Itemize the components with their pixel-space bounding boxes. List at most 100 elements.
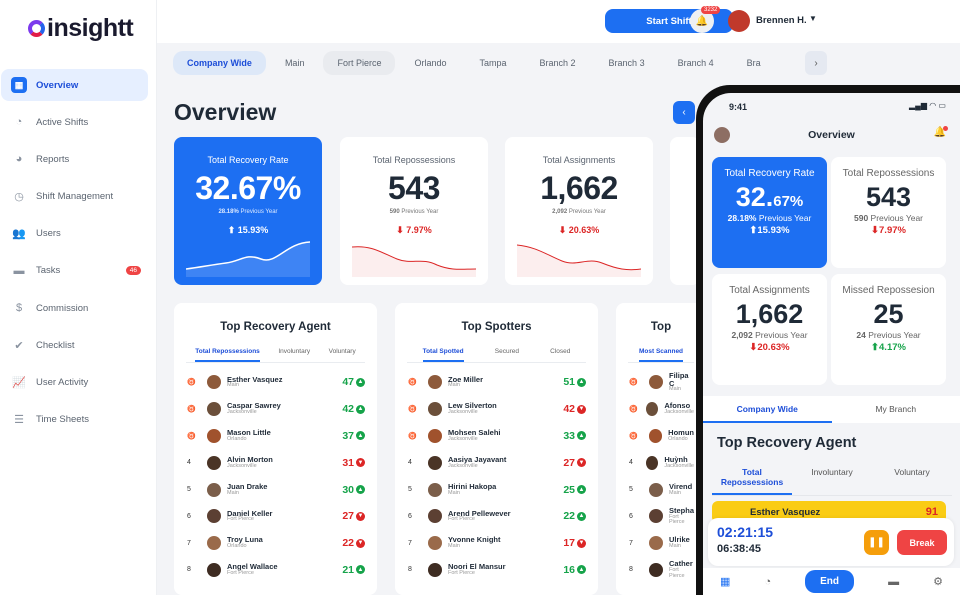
folder-icon: ▬ bbox=[13, 264, 25, 277]
phone-stat-repossessions[interactable]: Total Repossessions 543 590 Previous Yea… bbox=[831, 157, 946, 268]
tab-orlando[interactable]: Orlando bbox=[400, 51, 460, 75]
card-subtabs: Total Repossessions Involuntary Voluntary bbox=[186, 348, 365, 363]
chevron-right-icon[interactable]: › bbox=[805, 51, 827, 75]
arrow-down-icon: ▼ bbox=[356, 511, 365, 521]
table-row[interactable]: ♉ Filipa C Main bbox=[616, 369, 706, 396]
notification-dot bbox=[943, 126, 948, 131]
avatar[interactable] bbox=[728, 10, 750, 32]
table-row[interactable]: 6 Arend Pellewever Fort Pierce 22 ▲ bbox=[395, 503, 598, 530]
gear-icon[interactable]: ⚙ bbox=[933, 575, 943, 588]
arrow-down-icon: ⬇ bbox=[558, 225, 567, 235]
rank: 7 bbox=[187, 539, 191, 547]
stat-card-assignments[interactable]: Total Assignments 1,662 2,092 Previous Y… bbox=[505, 137, 653, 285]
app-logo[interactable]: insightt bbox=[28, 14, 134, 43]
sidebar-item-overview[interactable]: ▦ Overview bbox=[1, 69, 148, 101]
table-row[interactable]: 8 Angel Wallace Fort Pierce 21 ▲ bbox=[174, 557, 377, 584]
card-subtab[interactable]: Secured bbox=[495, 348, 519, 362]
pause-button[interactable]: ❚❚ bbox=[864, 530, 889, 555]
sidebar-item-shift-management[interactable]: ◷ Shift Management bbox=[1, 181, 148, 213]
tab-total-repossessions[interactable]: Total Repossessions bbox=[712, 467, 792, 495]
sidebar-item-user-activity[interactable]: 📈 User Activity bbox=[1, 367, 148, 399]
table-row[interactable]: 8 Cather Fort Pierce bbox=[616, 557, 706, 584]
card-subtab[interactable]: Most Scanned bbox=[638, 348, 684, 362]
tab-main[interactable]: Main bbox=[271, 51, 319, 75]
arrow-up-icon: ⬆ bbox=[227, 225, 236, 235]
table-row[interactable]: ♉ Homun Orlando bbox=[616, 423, 706, 450]
table-row[interactable]: ♉ Afonso Jacksonville bbox=[616, 396, 706, 423]
phone-stat-missed[interactable]: Missed Repossesion 25 24 Previous Year ⬆… bbox=[831, 274, 946, 385]
table-row[interactable]: 4 Aasiya Jayavant Jacksonville 27 ▼ bbox=[395, 449, 598, 476]
tab-branch-4[interactable]: Branch 4 bbox=[664, 51, 728, 75]
sidebar-item-reports[interactable]: ◕ Reports bbox=[1, 143, 148, 175]
table-row[interactable]: 7 Ulrike Main bbox=[616, 530, 706, 557]
break-button[interactable]: Break bbox=[897, 530, 947, 555]
sidebar-item-tasks[interactable]: ▬ Tasks 46 bbox=[1, 255, 148, 287]
table-row[interactable]: ♉ Mason Little Orlando 37 ▲ bbox=[174, 423, 377, 450]
sidebar-item-checklist[interactable]: ✔ Checklist bbox=[1, 329, 148, 361]
sidebar-item-users[interactable]: 👥 Users bbox=[1, 218, 148, 250]
phone-stat-assignments[interactable]: Total Assignments 1,662 2,092 Previous Y… bbox=[712, 274, 827, 385]
tab-fort-pierce[interactable]: Fort Pierce bbox=[323, 51, 396, 75]
card-subtab[interactable]: Total Spotted bbox=[422, 348, 464, 362]
table-row[interactable]: 4 Alvin Morton Jacksonville 31 ▼ bbox=[174, 449, 377, 476]
card-subtab[interactable]: Total Repossessions bbox=[195, 348, 260, 362]
agent-branch: Jacksonville bbox=[448, 462, 478, 469]
table-row[interactable]: ♉ Mohsen Salehi Jacksonville 33 ▲ bbox=[395, 423, 598, 450]
table-row[interactable]: 7 Yvonne Knight Main 17 ▼ bbox=[395, 530, 598, 557]
agent-score: 31 ▼ bbox=[342, 456, 365, 469]
top-scanned-card: Top Most Scanned ♉ Filipa C Main ♉ Afonso Jacks… bbox=[616, 303, 706, 595]
arrow-up-icon: ▲ bbox=[577, 565, 586, 575]
chevron-left-icon[interactable]: ‹ bbox=[673, 101, 695, 124]
avatar bbox=[207, 536, 221, 551]
tab-branch-partial[interactable]: Bra bbox=[733, 51, 775, 75]
table-row[interactable]: 5 Juan Drake Main 30 ▲ bbox=[174, 476, 377, 503]
table-row[interactable]: 6 Daniel Keller Fort Pierce 27 ▼ bbox=[174, 503, 377, 530]
medal-icon: ♉ bbox=[187, 432, 196, 440]
agent-name: Hirini Hakopa bbox=[448, 481, 497, 491]
rank: ♉ bbox=[408, 378, 428, 386]
folder-icon[interactable]: ▬ bbox=[888, 576, 899, 588]
card-subtab[interactable]: Voluntary bbox=[329, 348, 356, 362]
phone-stat-recovery-rate[interactable]: Total Recovery Rate 32.67% 28.18% Previo… bbox=[712, 157, 827, 268]
table-row[interactable]: ♉ Zoe Miller Main 51 ▲ bbox=[395, 369, 598, 396]
table-row[interactable]: ♉ Caspar Sawrey Jacksonville 42 ▲ bbox=[174, 396, 377, 423]
table-row[interactable]: 8 Noori El Mansur Fort Pierce 16 ▲ bbox=[395, 557, 598, 584]
sidebar-item-time-sheets[interactable]: ☰ Time Sheets bbox=[1, 404, 148, 436]
avatar bbox=[207, 482, 221, 497]
table-row[interactable]: 5 Hirini Hakopa Main 25 ▲ bbox=[395, 476, 598, 503]
tab-branch-3[interactable]: Branch 3 bbox=[595, 51, 659, 75]
end-shift-button[interactable]: End bbox=[805, 570, 855, 593]
table-row[interactable]: 6 Stepha Fort Pierce bbox=[616, 503, 706, 530]
sidebar-item-active-shifts[interactable]: ◔ Active Shifts bbox=[1, 106, 148, 138]
table-row[interactable]: 7 Troy Luna Orlando 22 ▼ bbox=[174, 530, 377, 557]
grid-icon[interactable]: ▦ bbox=[720, 575, 730, 588]
sparkline bbox=[186, 241, 310, 277]
gauge-icon[interactable]: ◔ bbox=[764, 576, 771, 588]
table-row[interactable]: ♉ Esther Vasquez Main 47 ▲ bbox=[174, 369, 377, 396]
agent-branch: Main bbox=[448, 382, 460, 389]
user-name[interactable]: Brennen H. bbox=[756, 15, 807, 26]
table-row[interactable]: ♉ Lew Silverton Jacksonville 42 ▼ bbox=[395, 396, 598, 423]
table-row[interactable]: 5 Virend Main bbox=[616, 476, 706, 503]
agent-branch: Jacksonville bbox=[448, 409, 478, 416]
stat-card-recovery-rate[interactable]: Total Recovery Rate 32.67% 28.18% Previo… bbox=[174, 137, 322, 285]
card-subtab[interactable]: Closed bbox=[550, 348, 570, 362]
avatar bbox=[428, 482, 442, 497]
tab-involuntary[interactable]: Involuntary bbox=[792, 467, 872, 495]
table-row[interactable]: 4 Huỳnh Jacksonville bbox=[616, 449, 706, 476]
sidebar-item-commission[interactable]: $ Commission bbox=[1, 292, 148, 324]
tab-voluntary[interactable]: Voluntary bbox=[872, 467, 952, 495]
card-subtab[interactable]: Involuntary bbox=[278, 348, 310, 362]
tab-company-wide[interactable]: Company Wide bbox=[173, 51, 266, 75]
chevron-down-icon[interactable]: ▼ bbox=[809, 14, 817, 23]
notification-badge: 3232 bbox=[701, 6, 721, 14]
arrow-up-icon: ▲ bbox=[356, 377, 365, 387]
stat-card-repossessions[interactable]: Total Repossessions 543 590 Previous Yea… bbox=[340, 137, 488, 285]
card-subtabs: Total Spotted Secured Closed bbox=[407, 348, 586, 363]
rank: 4 bbox=[408, 459, 412, 467]
tab-company-wide[interactable]: Company Wide bbox=[703, 396, 832, 423]
tab-tampa[interactable]: Tampa bbox=[466, 51, 521, 75]
tab-branch-2[interactable]: Branch 2 bbox=[526, 51, 590, 75]
topbar: Start Shift bbox=[157, 0, 960, 43]
tab-my-branch[interactable]: My Branch bbox=[832, 396, 960, 423]
